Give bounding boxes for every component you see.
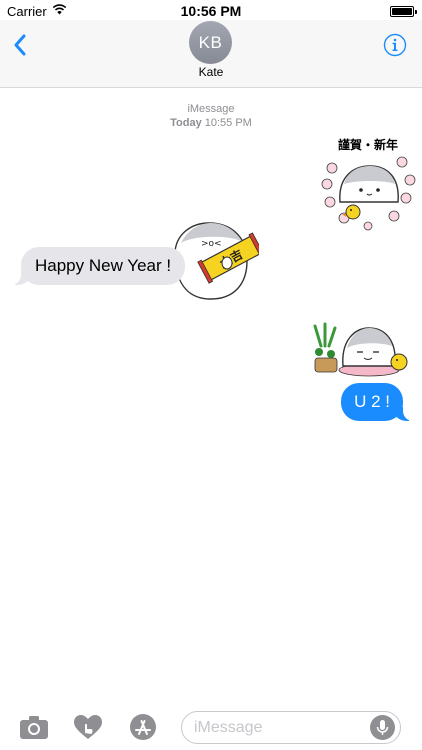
chevron-left-icon[interactable] — [10, 32, 32, 58]
sticker-caption: 謹賀・新年 — [338, 137, 398, 152]
message-input-bar — [0, 703, 422, 750]
app-store-icon[interactable] — [127, 713, 159, 741]
timestamp-day: Today — [170, 117, 202, 129]
kadomatsu-sticker[interactable] — [311, 322, 409, 378]
microphone-icon[interactable] — [370, 715, 395, 740]
incoming-message-bubble[interactable]: Happy New Year ! — [8, 247, 186, 285]
message-timestamp: Today 10:55 PM — [0, 117, 422, 129]
message-input[interactable] — [194, 718, 364, 738]
status-bar: Carrier 10:56 PM — [0, 0, 422, 22]
info-icon[interactable] — [383, 33, 407, 57]
message-text: U 2 ! — [354, 392, 390, 411]
message-field[interactable] — [181, 711, 401, 744]
contact-name[interactable]: Kate — [0, 65, 422, 79]
battery-icon — [390, 6, 417, 17]
message-text: Happy New Year ! — [35, 256, 172, 275]
battery-level — [392, 8, 412, 15]
timestamp-time: 10:55 PM — [204, 117, 252, 129]
camera-icon[interactable] — [18, 713, 50, 741]
service-label: iMessage — [187, 103, 235, 115]
svg-text:>o<: >o< — [201, 239, 222, 249]
contact-avatar[interactable]: KB — [189, 21, 232, 64]
outgoing-message-bubble[interactable]: U 2 ! — [341, 383, 415, 421]
new-year-greeting-sticker[interactable]: 謹賀・新年 — [320, 132, 416, 232]
conversation-header: KB Kate — [0, 20, 422, 88]
status-time: 10:56 PM — [180, 3, 242, 19]
digital-touch-icon[interactable] — [72, 713, 104, 741]
